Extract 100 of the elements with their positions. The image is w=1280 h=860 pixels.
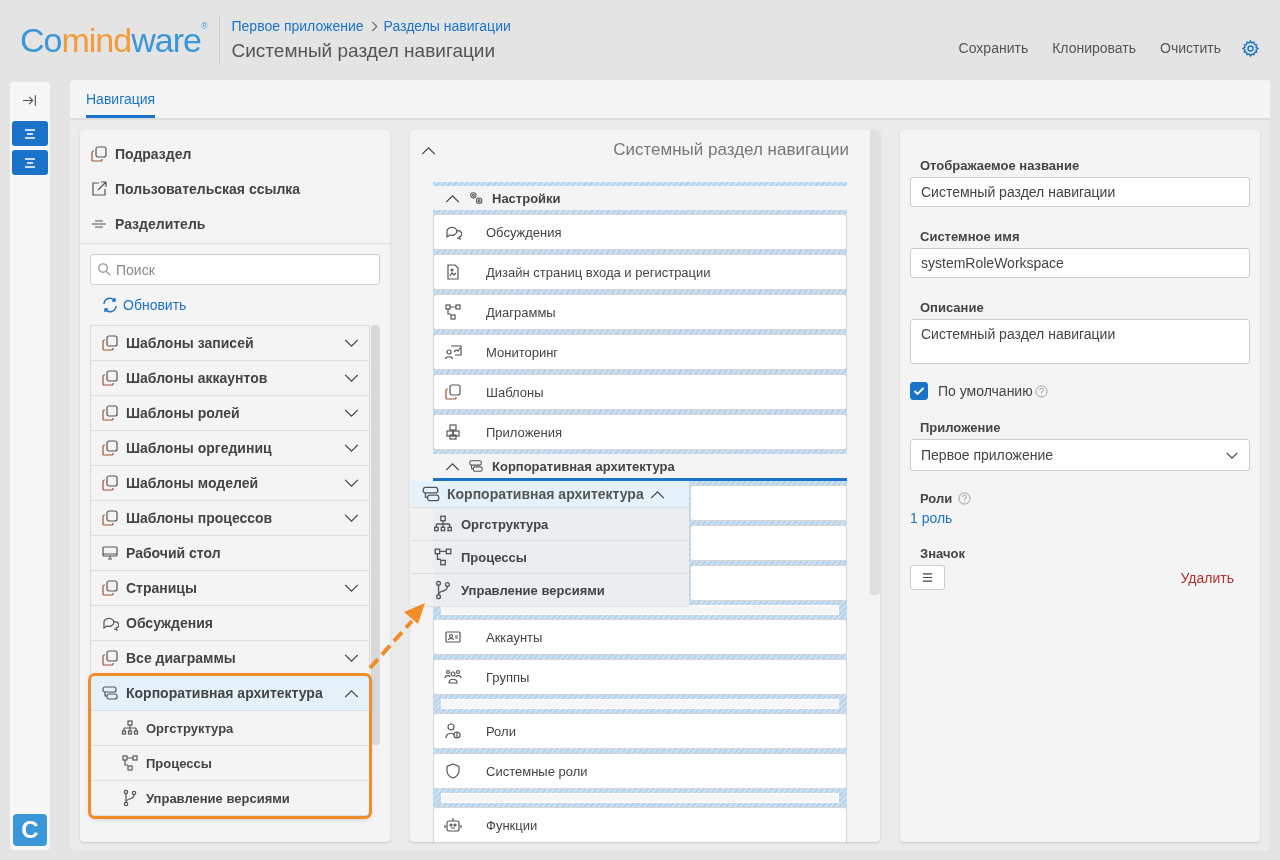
drag-preview-item: Управление версиями [461, 582, 605, 598]
chevron-down-icon[interactable] [344, 443, 360, 453]
chevron-right-icon [369, 20, 378, 32]
chevron-down-icon[interactable] [344, 408, 360, 418]
checkbox-label: По умолчанию [938, 383, 1033, 399]
nav-item-card[interactable]: Диаграммы [433, 294, 847, 330]
robot-icon [444, 816, 462, 834]
field-label: Значок [920, 546, 966, 561]
rail-button[interactable] [12, 150, 48, 175]
copy-icon [101, 334, 119, 352]
tab[interactable]: Навигация [86, 82, 156, 118]
copy-icon [101, 649, 119, 667]
chevron-up-icon[interactable] [445, 193, 460, 203]
list-item[interactable]: Шаблоны записей [91, 326, 370, 361]
breadcrumb-link[interactable]: Разделы навигации [383, 18, 511, 34]
drag-arrow [368, 603, 425, 670]
chevron-down-icon[interactable] [344, 373, 360, 383]
roles-link[interactable]: 1 роль [910, 510, 1250, 526]
branch-icon [121, 789, 139, 807]
list-item[interactable]: Корпоративная архитектура [91, 676, 370, 711]
structure-title: Системный раздел навигации [613, 140, 849, 160]
refresh-icon [102, 297, 118, 313]
list-item[interactable]: Шаблоны процессов [91, 501, 370, 536]
list-item[interactable]: Обсуждения [91, 606, 370, 641]
icon-picker-button[interactable] [910, 565, 945, 590]
presentation-icon [444, 343, 462, 361]
breadcrumb-link[interactable]: Первое приложение [231, 18, 364, 34]
id-card-icon [444, 628, 462, 646]
collapse-icon[interactable] [22, 94, 38, 107]
group-header[interactable]: Корпоративная архитектура [433, 454, 847, 478]
select-field[interactable]: Первое приложение [910, 439, 1250, 471]
list-item[interactable]: Шаблоны ролей [91, 396, 370, 431]
input-field[interactable]: Системный раздел навигации [910, 177, 1250, 207]
nav-item-card[interactable]: Мониторинг [433, 334, 847, 370]
drag-preview-title: Корпоративная архитектура [447, 486, 644, 502]
list-item[interactable]: Управление версиями [91, 781, 370, 816]
nav-item-card[interactable]: Дизайн страниц входа и регистрации [433, 254, 847, 290]
nodes-icon [444, 303, 462, 321]
chevron-down-icon[interactable] [344, 653, 360, 663]
monitor-icon [101, 544, 119, 562]
copy-icon [444, 383, 462, 401]
stack-icon [421, 484, 441, 504]
list-item[interactable]: Шаблоны моделей [91, 466, 370, 501]
nav-item-card[interactable]: Функции [433, 807, 847, 842]
field-label: Роли [920, 491, 953, 506]
toolbar-button[interactable]: Сохранить [948, 36, 1039, 60]
chevron-up-icon[interactable] [344, 688, 360, 698]
checkbox[interactable] [910, 382, 928, 400]
create-item[interactable]: Разделитель [90, 206, 380, 241]
copy-icon [101, 509, 119, 527]
toolbar-button[interactable]: Очистить [1150, 36, 1231, 60]
nav-item-card[interactable]: Приложения [433, 414, 847, 450]
toolbar-button[interactable]: Клонировать [1042, 36, 1147, 60]
list-item[interactable]: Шаблоны оргединиц [91, 431, 370, 466]
drag-preview-item: Процессы [461, 549, 527, 565]
group-header[interactable]: Настройки [433, 186, 847, 210]
list-item[interactable]: Процессы [91, 746, 370, 781]
user-icon [444, 722, 462, 740]
chevron-up-icon[interactable] [421, 145, 436, 155]
shield-icon [444, 762, 462, 780]
document-icon [444, 263, 462, 281]
copy-icon [101, 404, 119, 422]
field-label: Системное имя [920, 229, 1021, 244]
chevron-up-icon[interactable] [445, 461, 460, 471]
search-field[interactable]: Поиск [90, 254, 380, 285]
rail-button[interactable] [12, 121, 48, 146]
nodes-icon [433, 547, 453, 567]
chevron-down-icon[interactable] [344, 513, 360, 523]
chevron-down-icon[interactable] [344, 338, 360, 348]
nav-item-card[interactable]: Роли [433, 713, 847, 749]
chevron-up-icon[interactable] [649, 489, 665, 499]
list-item[interactable]: Оргструктура [91, 711, 370, 746]
field-label: Отображаемое название [920, 158, 1081, 173]
refresh-link[interactable]: Обновить [102, 297, 187, 313]
list-item[interactable]: Страницы [91, 571, 370, 606]
field-label: Приложение [920, 420, 1002, 435]
chevron-down-icon[interactable] [344, 583, 360, 593]
delete-link[interactable]: Удалить [1174, 568, 1240, 587]
nav-item-card[interactable]: Аккаунты [433, 619, 847, 655]
gears-icon [468, 190, 484, 206]
scrollbar[interactable] [371, 325, 380, 745]
check-icon [913, 386, 925, 396]
list-item[interactable]: Рабочий стол [91, 536, 370, 571]
nav-item-card[interactable]: Системные роли [433, 753, 847, 789]
chevron-down-icon[interactable] [344, 478, 360, 488]
list-item[interactable]: Шаблоны аккаунтов [91, 361, 370, 396]
field-label: Описание [920, 300, 985, 315]
nav-item-card[interactable]: Группы [433, 659, 847, 695]
nav-item-card[interactable]: Шаблоны [433, 374, 847, 410]
menu-icon [23, 156, 37, 169]
page-title: Системный раздел навигации [231, 40, 497, 62]
settings-icon[interactable] [1241, 38, 1260, 58]
hierarchy-icon [121, 719, 139, 737]
nav-item-card[interactable]: Обсуждения [433, 214, 847, 250]
textarea-field[interactable]: Системный раздел навигации [910, 319, 1250, 364]
copy-icon [101, 474, 119, 492]
create-item[interactable]: Пользовательская ссылка [90, 171, 380, 206]
create-item[interactable]: Подраздел [90, 136, 380, 171]
branch-icon [433, 580, 453, 600]
input-field[interactable]: systemRoleWorkspace [910, 248, 1250, 278]
